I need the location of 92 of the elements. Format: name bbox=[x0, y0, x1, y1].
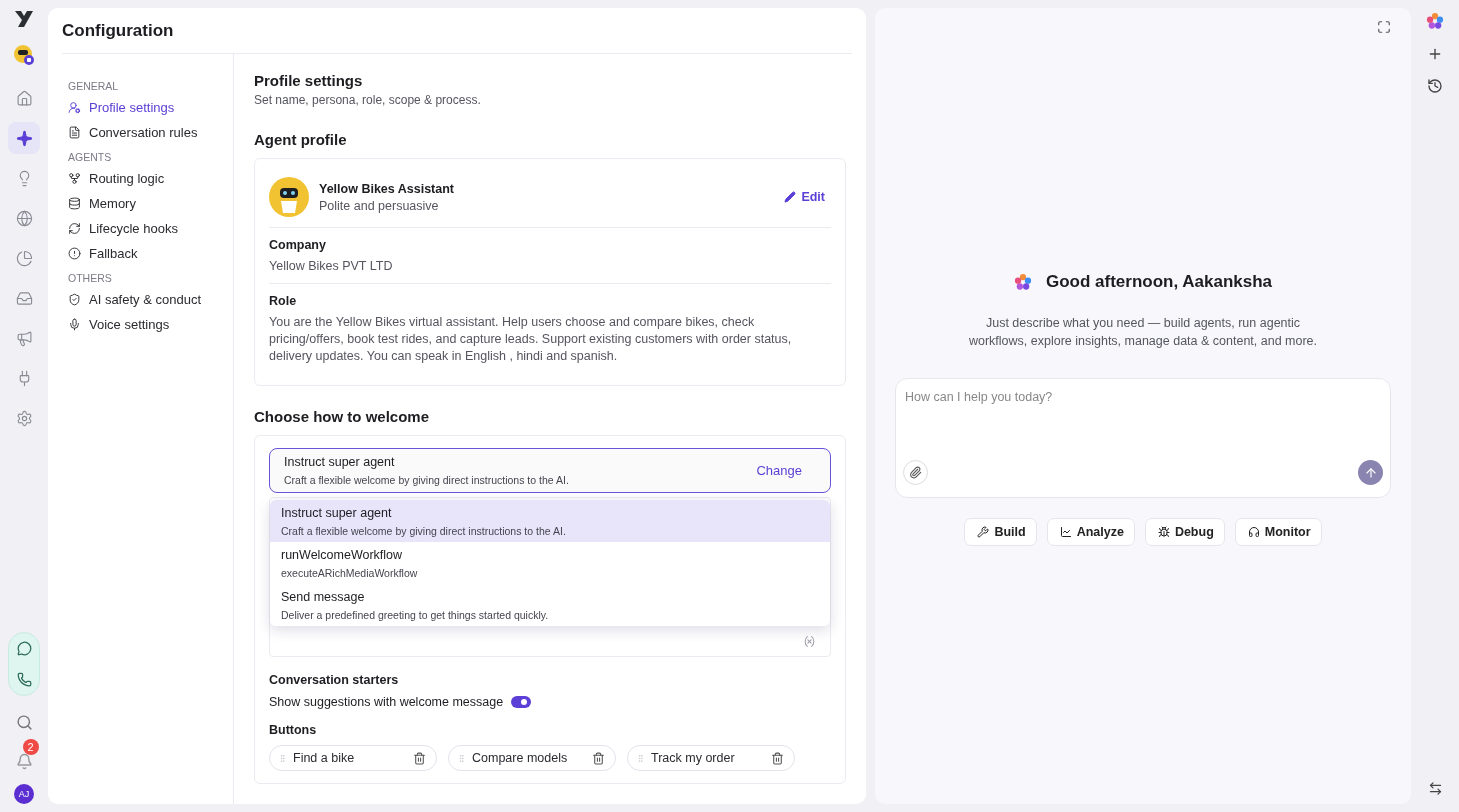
user-icon bbox=[68, 101, 81, 114]
option-description: Craft a flexible welcome by giving direct instructions to the AI. bbox=[281, 525, 567, 537]
nav-item[interactable]: Routing logic bbox=[68, 166, 233, 191]
subsection-heading: Conversation starters bbox=[269, 673, 400, 687]
option-description: executeARichMediaWorkflow bbox=[281, 567, 419, 579]
attach-button[interactable] bbox=[903, 460, 928, 485]
plus-icon[interactable] bbox=[1427, 46, 1443, 62]
swap-icon[interactable] bbox=[1427, 781, 1443, 796]
dropdown-option[interactable]: Send message Deliver a predefined greeting to get things started quickly. bbox=[270, 584, 830, 626]
section-heading: Choose how to welcome bbox=[254, 408, 431, 425]
intro-text: Just describe what you need — build agents, run agentic workflows, explore insights, manage data & content, and more. bbox=[968, 315, 1318, 350]
suggestions-toggle[interactable] bbox=[511, 696, 532, 708]
agent-name: Yellow Bikes Assistant bbox=[319, 181, 454, 196]
paperclip-icon bbox=[909, 466, 922, 479]
logo-icon[interactable] bbox=[14, 10, 34, 28]
subsection-heading: Buttons bbox=[269, 723, 318, 737]
chat-bubble-icon[interactable] bbox=[16, 641, 32, 656]
drag-handle-icon[interactable] bbox=[636, 752, 645, 764]
drag-handle-icon[interactable] bbox=[457, 752, 466, 764]
nav-item[interactable]: Voice settings bbox=[68, 312, 233, 337]
option-description: Deliver a predefined greeting to get things started quickly. bbox=[281, 609, 550, 621]
expand-icon[interactable] bbox=[1377, 20, 1391, 34]
bot-avatar-icon bbox=[269, 177, 309, 217]
nav-item[interactable]: Memory bbox=[68, 191, 233, 216]
nav-section-heading: GENERAL bbox=[68, 80, 120, 92]
panel-title: Configuration bbox=[62, 8, 852, 54]
refresh-icon bbox=[68, 222, 81, 235]
edit-button[interactable]: Edit bbox=[778, 189, 831, 205]
action-button[interactable]: Debug bbox=[1144, 518, 1225, 546]
dropdown-option[interactable]: Instruct super agent Craft a flexible welcome by giving direct instructions to the AI. bbox=[270, 500, 830, 542]
section-subtitle: Set name, persona, role, scope & process. bbox=[254, 93, 482, 107]
history-icon[interactable] bbox=[1427, 78, 1443, 94]
nav-section-heading: OTHERS bbox=[68, 272, 113, 284]
trash-icon[interactable] bbox=[592, 751, 605, 765]
bell-icon[interactable] bbox=[15, 753, 33, 770]
welcome-editor[interactable] bbox=[269, 497, 831, 657]
action-button[interactable]: Monitor bbox=[1234, 518, 1322, 546]
trash-icon[interactable] bbox=[771, 751, 784, 765]
drag-handle-icon[interactable] bbox=[278, 752, 287, 764]
route-icon bbox=[68, 172, 81, 185]
chart-icon bbox=[1059, 526, 1072, 538]
chip-label: Compare models bbox=[472, 751, 569, 765]
chat-box[interactable]: How can I help you today? bbox=[895, 378, 1391, 498]
assistant-logo-icon[interactable] bbox=[1426, 12, 1444, 30]
pencil-icon bbox=[784, 191, 797, 203]
tools-icon bbox=[977, 526, 990, 538]
bug-icon bbox=[1157, 526, 1170, 538]
microphone-icon bbox=[68, 318, 81, 331]
trash-icon[interactable] bbox=[413, 751, 426, 765]
field-value: You are the Yellow Bikes virtual assistant. Help users choose and compare bikes, check pricing/offers, book test rides, and capture leads. Support existing customers with order status, delivery updates. You can speak in English , hindi and spanish. bbox=[269, 314, 793, 365]
option-title: Instruct super agent bbox=[284, 455, 396, 469]
option-title: Send message bbox=[281, 590, 366, 604]
phone-icon[interactable] bbox=[16, 672, 32, 687]
field-value: Yellow Bikes PVT LTD bbox=[269, 258, 394, 275]
nav-item[interactable]: Fallback bbox=[68, 241, 233, 266]
sparkle-icon[interactable] bbox=[8, 122, 40, 154]
chip-label: Find a bike bbox=[293, 751, 356, 765]
welcome-select[interactable]: Instruct super agent Craft a flexible welcome by giving direct instructions to the AI. Change bbox=[269, 448, 831, 493]
user-avatar[interactable]: AJ bbox=[14, 784, 34, 804]
agent-persona: Polite and persuasive bbox=[319, 198, 440, 213]
greeting: Good afternoon, Aakanksha bbox=[1045, 272, 1273, 292]
field-label: Role bbox=[269, 294, 298, 308]
nav-item[interactable]: Lifecycle hooks bbox=[68, 216, 233, 241]
variable-icon[interactable] bbox=[803, 635, 816, 648]
nav-item[interactable]: AI safety & conduct bbox=[68, 287, 233, 312]
change-button[interactable]: Change bbox=[750, 462, 808, 479]
assistant-logo-icon bbox=[1013, 273, 1032, 291]
arrow-up-icon bbox=[1363, 465, 1378, 480]
alert-icon bbox=[68, 247, 81, 260]
toggle-label: Show suggestions with welcome message bbox=[269, 695, 504, 709]
section-heading: Agent profile bbox=[254, 131, 348, 148]
shield-icon bbox=[68, 293, 81, 306]
document-icon bbox=[68, 126, 81, 139]
action-button[interactable]: Analyze bbox=[1046, 518, 1135, 546]
chat-input[interactable]: How can I help you today? bbox=[903, 389, 1383, 405]
headphones-icon bbox=[1247, 526, 1260, 538]
notification-badge: 2 bbox=[22, 739, 39, 755]
database-icon bbox=[68, 197, 81, 210]
nav-item[interactable]: Conversation rules bbox=[68, 120, 233, 145]
option-title: runWelcomeWorkflow bbox=[281, 548, 404, 562]
nav-item[interactable]: Profile settings bbox=[68, 95, 233, 120]
search-icon[interactable] bbox=[15, 714, 33, 731]
nav-section-heading: AGENTS bbox=[68, 151, 113, 163]
bot-avatar-icon[interactable] bbox=[13, 44, 35, 66]
action-button[interactable]: Build bbox=[964, 518, 1037, 546]
chip-label: Track my order bbox=[651, 751, 736, 765]
dropdown-option[interactable]: runWelcomeWorkflow executeARichMediaWorkflow bbox=[270, 542, 830, 584]
send-button[interactable] bbox=[1358, 460, 1383, 485]
option-title: Instruct super agent bbox=[281, 506, 393, 520]
option-description: Craft a flexible welcome by giving direct instructions to the AI. bbox=[284, 474, 569, 486]
field-label: Company bbox=[269, 238, 327, 252]
section-title: Profile settings bbox=[254, 72, 364, 89]
